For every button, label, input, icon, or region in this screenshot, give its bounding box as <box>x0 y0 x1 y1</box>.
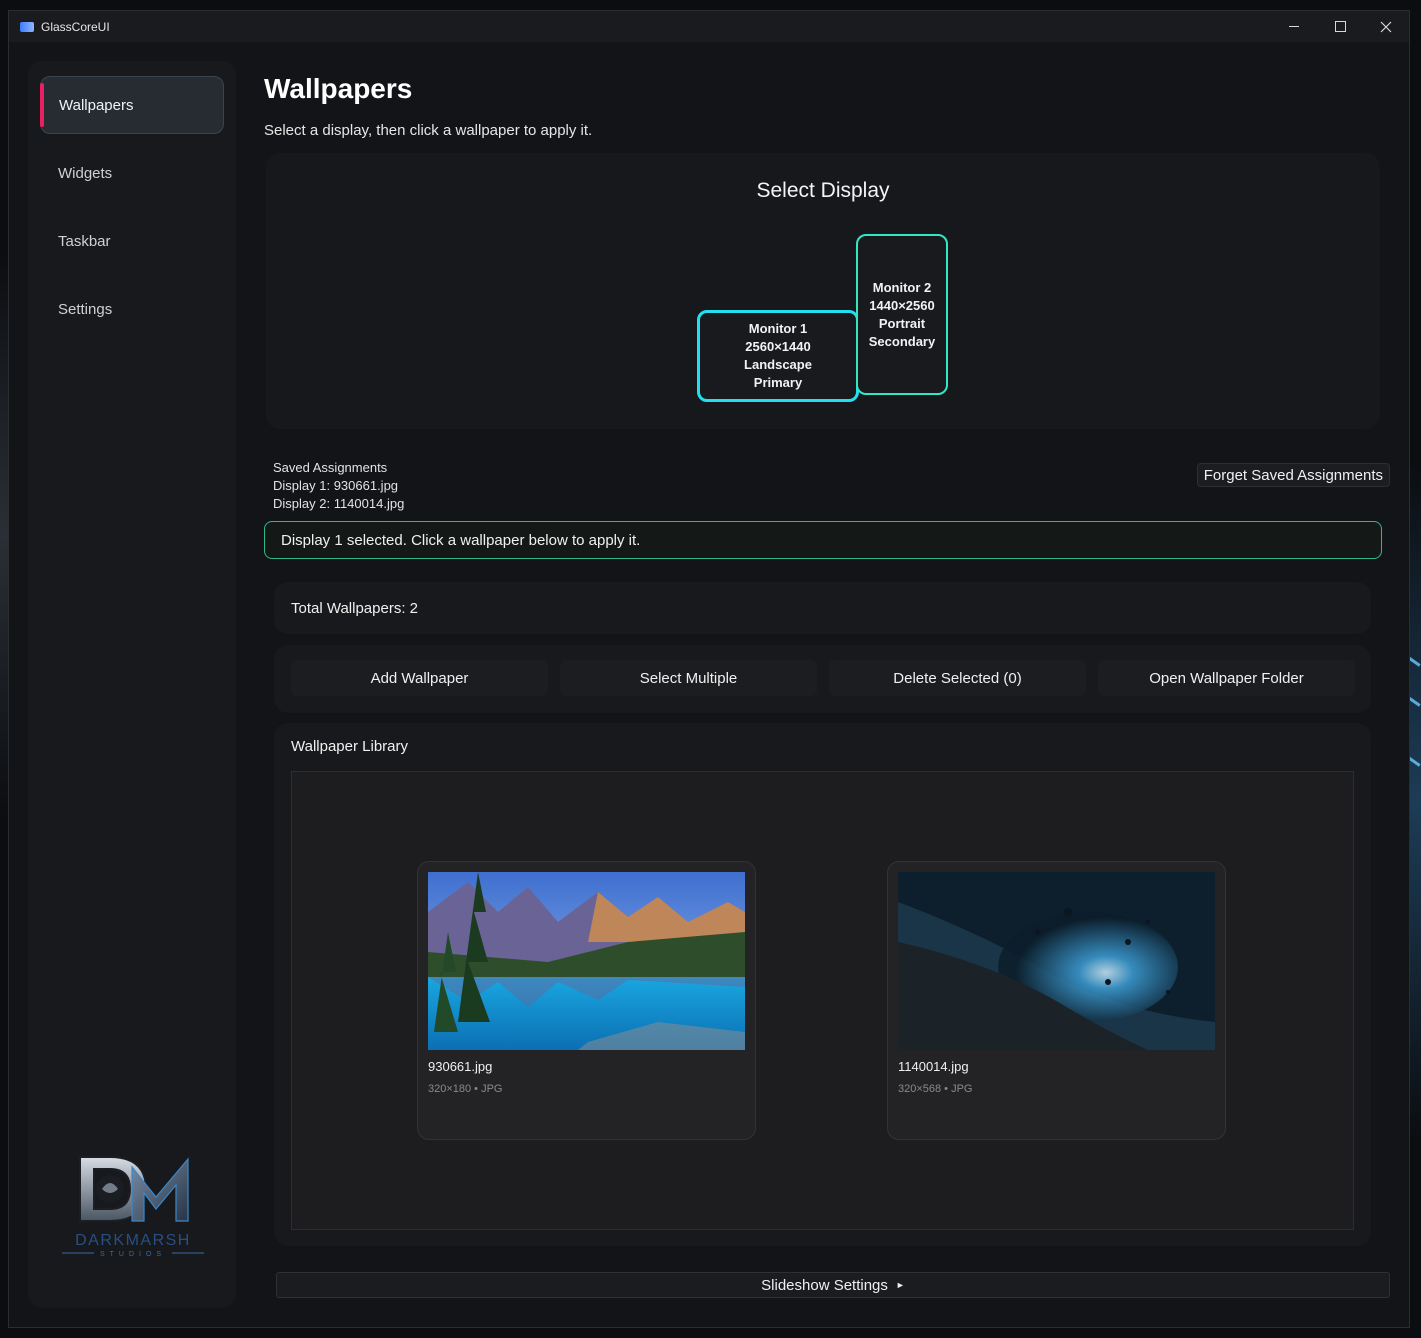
sidebar-item-label: Taskbar <box>58 232 111 250</box>
status-message: Display 1 selected. Click a wallpaper be… <box>264 521 1382 559</box>
page-subtitle: Select a display, then click a wallpaper… <box>264 122 593 139</box>
display-selector-panel: Select Display Monitor 1 2560×1440 Lands… <box>266 153 1380 429</box>
monitor-name: Monitor 2 <box>872 279 932 295</box>
wallpaper-library-title: Wallpaper Library <box>291 738 408 755</box>
wallpaper-name: 1140014.jpg <box>898 1059 969 1074</box>
display-selector-heading: Select Display <box>756 179 890 202</box>
sidebar-item-widgets[interactable]: Widgets <box>40 144 224 202</box>
total-wallpapers-panel: Total Wallpapers: 2 <box>274 582 1371 634</box>
wallpaper-card[interactable]: 930661.jpg 320×180 • JPG <box>417 861 756 1140</box>
maximize-icon <box>1334 21 1346 32</box>
wallpaper-library-panel: Wallpaper Library 930661.jpg 320×180 • J… <box>274 723 1371 1246</box>
sidebar-item-label: Widgets <box>58 164 113 182</box>
saved-assignment-line: Display 1: 930661.jpg <box>273 478 399 493</box>
monitor-2-tile[interactable]: Monitor 2 1440×2560 Portrait Secondary <box>856 234 948 395</box>
darkmarsh-logo: DARKMARSH STUDIOS <box>62 1156 204 1258</box>
saved-assignment-line: Display 2: 1140014.jpg <box>273 496 405 511</box>
wallpaper-meta: 320×568 • JPG <box>898 1083 973 1095</box>
logo-subtext: STUDIOS <box>100 1251 166 1258</box>
wallpaper-card[interactable]: 1140014.jpg 320×568 • JPG <box>887 861 1226 1140</box>
monitor-orientation: Landscape <box>744 357 812 372</box>
slideshow-settings-button[interactable]: Slideshow Settings ► <box>276 1272 1390 1298</box>
window-title: GlassCoreUI <box>41 19 110 34</box>
wallpaper-name: 930661.jpg <box>428 1059 493 1074</box>
sidebar-item-settings[interactable]: Settings <box>40 280 224 338</box>
sidebar-item-wallpapers[interactable]: Wallpapers <box>40 76 224 134</box>
delete-selected-button[interactable]: Delete Selected (0) <box>829 660 1086 696</box>
forget-saved-assignments-button[interactable]: Forget Saved Assignments <box>1196 463 1390 487</box>
page-title: Wallpapers <box>264 73 413 104</box>
total-wallpapers-label: Total Wallpapers: 2 <box>291 599 419 617</box>
sidebar-item-taskbar[interactable]: Taskbar <box>40 212 224 270</box>
monitor-resolution: 2560×1440 <box>745 339 811 354</box>
monitor-1-tile[interactable]: Monitor 1 2560×1440 Landscape Primary <box>697 310 859 402</box>
sidebar-item-label: Settings <box>58 300 113 318</box>
add-wallpaper-button[interactable]: Add Wallpaper <box>291 660 548 696</box>
mountain-lake-thumbnail <box>428 872 745 1050</box>
wallpaper-meta: 320×180 • JPG <box>428 1083 503 1095</box>
minimize-icon <box>1289 26 1299 27</box>
logo-text: DARKMARSH <box>75 1232 191 1249</box>
wallpaper-grid[interactable]: 930661.jpg 320×180 • JPG 1140014.jpg 320… <box>291 771 1354 1230</box>
app-icon <box>20 21 34 32</box>
monitor-name: Monitor 1 <box>748 321 808 336</box>
open-wallpaper-folder-button[interactable]: Open Wallpaper Folder <box>1098 660 1355 696</box>
monitor-role: Primary <box>753 375 803 390</box>
select-multiple-button[interactable]: Select Multiple <box>560 660 817 696</box>
monitor-resolution: 1440×2560 <box>869 297 935 313</box>
minimize-button[interactable] <box>1271 11 1317 42</box>
monitor-role: Secondary <box>868 333 936 349</box>
close-button[interactable] <box>1363 11 1409 42</box>
maximize-button[interactable] <box>1317 11 1363 42</box>
monitor-orientation: Portrait <box>878 315 926 331</box>
dark-blue-abstract-thumbnail <box>898 872 1215 1050</box>
slideshow-settings-label: Slideshow Settings <box>761 1276 888 1294</box>
sidebar: Wallpapers Widgets Taskbar Settings DARK… <box>28 61 236 1308</box>
expand-arrow-icon: ► <box>895 1280 905 1290</box>
window-controls <box>1271 11 1409 42</box>
app-window: GlassCoreUI Wallpapers Widgets Taskbar S… <box>8 10 1410 1328</box>
actions-panel: Add Wallpaper Select Multiple Delete Sel… <box>274 645 1371 713</box>
saved-assignments: Saved Assignments Display 1: 930661.jpg … <box>273 459 404 513</box>
sidebar-item-label: Wallpapers <box>59 96 134 114</box>
close-icon <box>1380 21 1392 32</box>
title-bar[interactable]: GlassCoreUI <box>9 11 1409 42</box>
saved-assignments-title: Saved Assignments <box>273 460 388 475</box>
